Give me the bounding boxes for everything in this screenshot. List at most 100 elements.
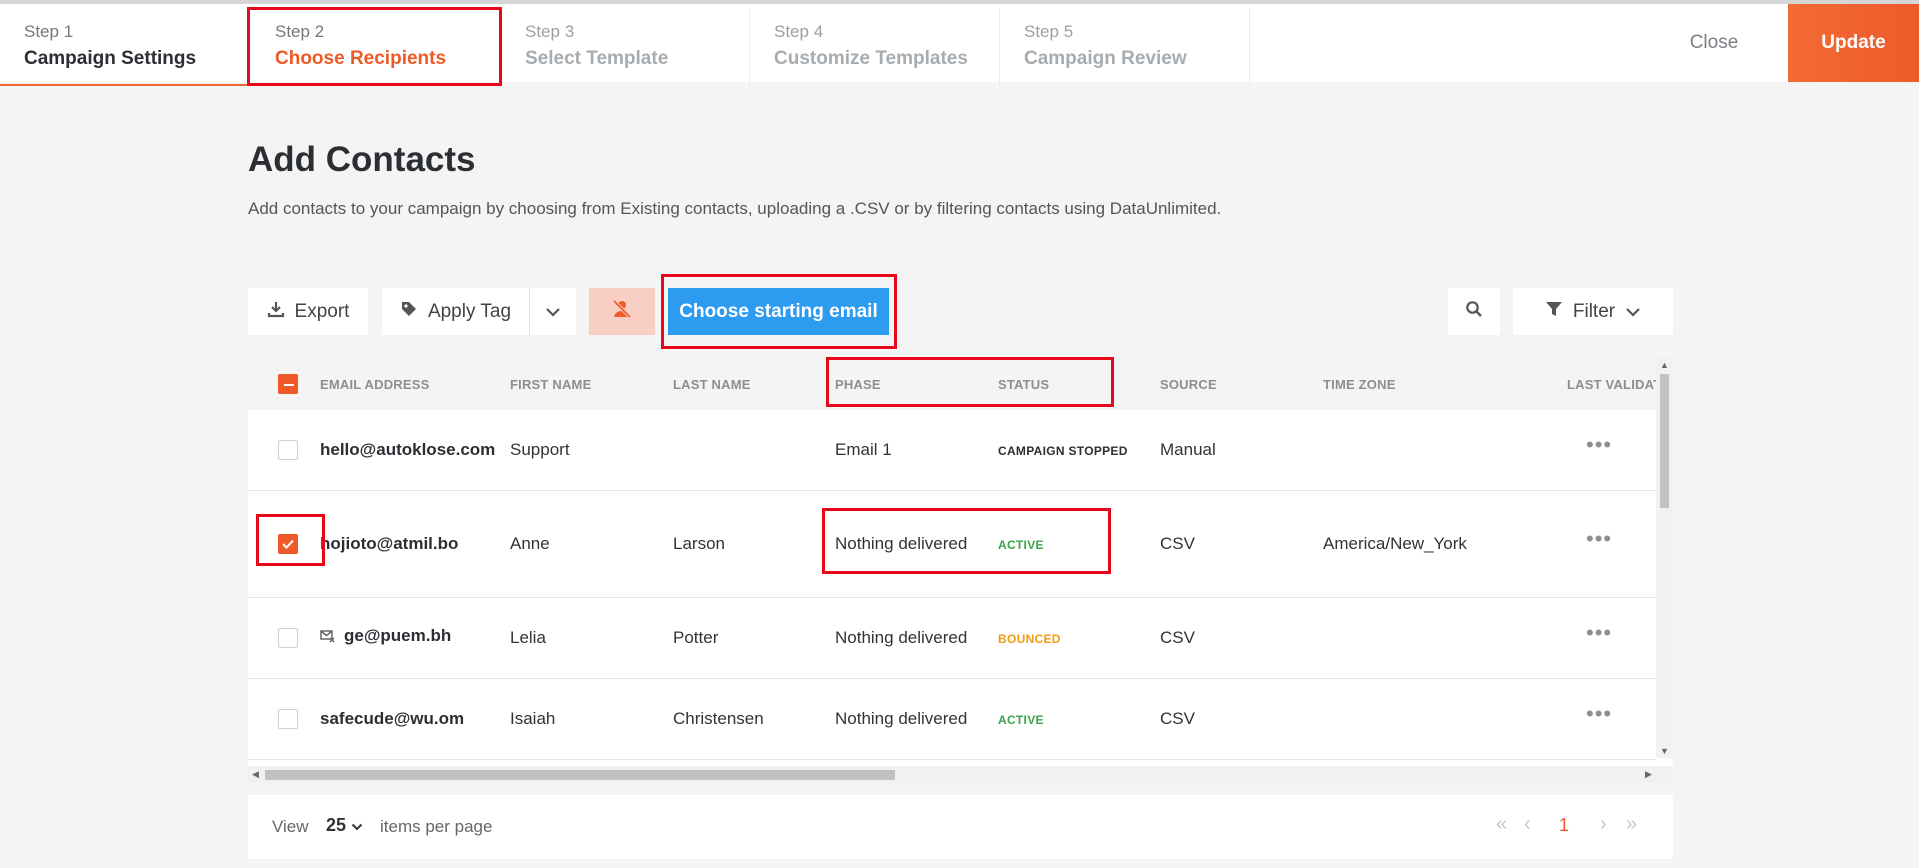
table-row[interactable]: safecude@wu.om Isaiah Christensen Nothin… (248, 679, 1656, 760)
step-label: Customize Templates (774, 48, 968, 69)
pagination-bar: View 25 items per page « ‹ 1 › » (248, 795, 1673, 859)
column-header-time-zone[interactable]: TIME ZONE (1323, 377, 1396, 392)
contact-time-zone: America/New_York (1323, 534, 1467, 553)
export-button[interactable]: Export (248, 288, 368, 335)
choose-starting-email-button[interactable]: Choose starting email (668, 288, 889, 335)
contact-phase: Nothing delivered (835, 534, 968, 553)
search-button[interactable] (1448, 288, 1500, 335)
contact-phase: Nothing delivered (835, 628, 968, 647)
filter-label: Filter (1572, 300, 1616, 322)
chevron-down-icon (1625, 301, 1641, 323)
items-per-page-value: 25 (326, 815, 347, 835)
export-label: Export (294, 300, 350, 322)
filter-button[interactable]: Filter (1513, 288, 1673, 335)
table-header: EMAIL ADDRESS FIRST NAME LAST NAME PHASE… (248, 358, 1661, 410)
scroll-up-arrow-icon[interactable]: ▲ (1660, 360, 1669, 370)
unsubscribe-contact-button[interactable] (589, 288, 655, 335)
table-row[interactable]: hojioto@atmil.bo Anne Larson Nothing del… (248, 491, 1656, 598)
chevron-down-icon (351, 815, 363, 835)
horizontal-scroll-thumb[interactable] (265, 770, 895, 780)
column-header-phase[interactable]: PHASE (835, 377, 881, 392)
contact-first-name: Lelia (510, 628, 546, 647)
step-customize-templates[interactable]: Step 4 Customize Templates (750, 8, 1000, 86)
step-number: Step 3 (525, 22, 575, 41)
page-title: Add Contacts (248, 140, 476, 179)
page-description: Add contacts to your campaign by choosin… (248, 199, 1222, 218)
contact-first-name: Isaiah (510, 709, 556, 728)
status-badge: CAMPAIGN STOPPED (998, 444, 1128, 458)
more-options-icon[interactable]: ••• (1586, 620, 1612, 646)
table-row[interactable]: hello@autoklose.com Support Email 1 CAMP… (248, 410, 1656, 491)
search-icon (1465, 300, 1483, 324)
scroll-down-arrow-icon[interactable]: ▼ (1660, 746, 1669, 756)
contact-email[interactable]: hojioto@atmil.bo (320, 534, 458, 554)
contact-source: CSV (1160, 709, 1195, 728)
step-label: Campaign Settings (24, 48, 197, 69)
step-number: Step 1 (24, 22, 74, 41)
more-options-icon[interactable]: ••• (1586, 432, 1612, 458)
scroll-left-arrow-icon[interactable]: ◀ (252, 769, 259, 780)
step-label: Campaign Review (1024, 48, 1187, 69)
step-number: Step 5 (1024, 22, 1074, 41)
column-header-source[interactable]: SOURCE (1160, 377, 1217, 392)
contact-source: Manual (1160, 440, 1216, 459)
previous-page-icon[interactable]: ‹ (1524, 813, 1531, 836)
select-all-checkbox[interactable] (278, 374, 298, 394)
step-select-template[interactable]: Step 3 Select Template (501, 8, 750, 86)
items-per-page-select[interactable]: 25 (326, 815, 363, 836)
column-header-last-validated[interactable]: LAST VALIDAT (1567, 377, 1661, 392)
current-page-number[interactable]: 1 (1559, 815, 1569, 836)
items-per-page-label: items per page (380, 817, 493, 836)
row-checkbox[interactable] (278, 709, 298, 729)
table-row[interactable]: ge@puem.bh Lelia Potter Nothing delivere… (248, 598, 1656, 679)
contact-last-name: Christensen (673, 709, 764, 728)
more-options-icon[interactable]: ••• (1586, 526, 1612, 552)
row-checkbox[interactable] (278, 628, 298, 648)
contact-last-name: Larson (673, 534, 725, 553)
status-badge: BOUNCED (998, 632, 1061, 646)
vertical-scrollbar[interactable]: ▲ ▼ (1656, 358, 1673, 758)
last-page-icon[interactable]: » (1626, 813, 1637, 836)
view-label: View (272, 817, 309, 836)
contact-phase: Email 1 (835, 440, 892, 459)
step-number: Step 2 (275, 22, 325, 41)
row-checkbox[interactable] (278, 534, 298, 554)
status-badge: ACTIVE (998, 713, 1044, 727)
next-page-icon[interactable]: › (1600, 813, 1607, 836)
contact-email[interactable]: ge@puem.bh (344, 626, 451, 646)
user-remove-icon (611, 298, 633, 326)
contact-email[interactable]: hello@autoklose.com (320, 440, 495, 460)
column-header-email[interactable]: EMAIL ADDRESS (320, 377, 430, 392)
more-options-icon[interactable]: ••• (1586, 701, 1612, 727)
step-choose-recipients[interactable]: Step 2 Choose Recipients (251, 8, 501, 86)
step-number: Step 4 (774, 22, 824, 41)
vertical-scroll-thumb[interactable] (1660, 374, 1669, 508)
step-label: Select Template (525, 48, 669, 69)
contact-last-name: Potter (673, 628, 719, 647)
contact-source: CSV (1160, 628, 1195, 647)
column-header-first-name[interactable]: FIRST NAME (510, 377, 591, 392)
first-page-icon[interactable]: « (1496, 813, 1507, 836)
step-campaign-settings[interactable]: Step 1 Campaign Settings (0, 8, 248, 86)
contact-first-name: Anne (510, 534, 550, 553)
close-button[interactable]: Close (1640, 4, 1788, 82)
step-campaign-review[interactable]: Step 5 Campaign Review (1000, 8, 1250, 86)
bounced-mail-icon (320, 629, 336, 648)
scroll-right-arrow-icon[interactable]: ▶ (1645, 769, 1652, 780)
tag-icon (400, 300, 418, 324)
apply-tag-dropdown-button[interactable] (530, 288, 576, 335)
apply-tag-label: Apply Tag (427, 300, 512, 322)
update-button[interactable]: Update (1788, 4, 1919, 82)
contacts-table: EMAIL ADDRESS FIRST NAME LAST NAME PHASE… (248, 358, 1673, 783)
contact-email[interactable]: safecude@wu.om (320, 709, 464, 729)
download-icon (267, 300, 285, 324)
column-header-status[interactable]: STATUS (998, 377, 1049, 392)
contact-source: CSV (1160, 534, 1195, 553)
apply-tag-button[interactable]: Apply Tag (382, 288, 530, 335)
step-label: Choose Recipients (275, 48, 447, 69)
status-badge: ACTIVE (998, 538, 1044, 552)
horizontal-scrollbar[interactable]: ◀ ▶ (248, 766, 1673, 783)
filter-icon (1545, 300, 1563, 324)
column-header-last-name[interactable]: LAST NAME (673, 377, 751, 392)
row-checkbox[interactable] (278, 440, 298, 460)
